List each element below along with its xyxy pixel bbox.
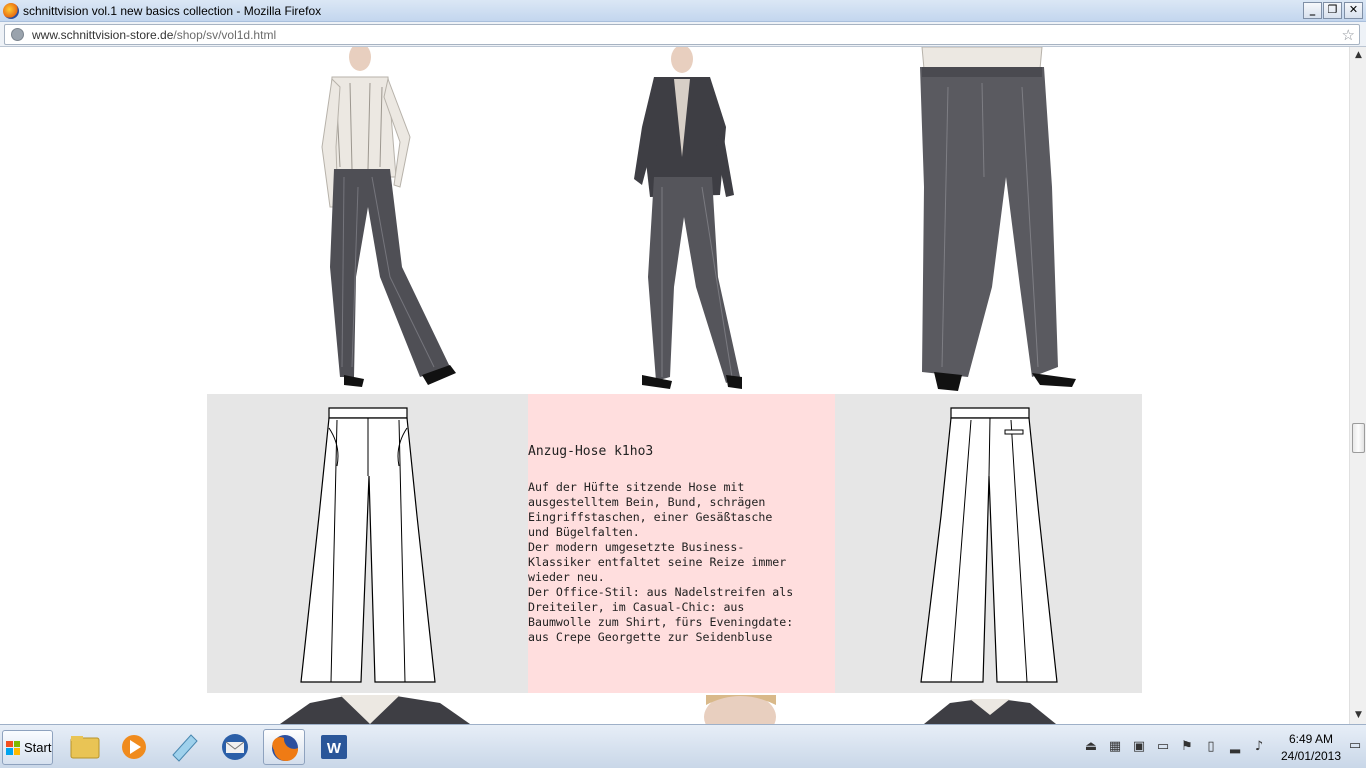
- scroll-up-arrow-icon[interactable]: ▲: [1350, 47, 1366, 64]
- network-signal-icon[interactable]: ▂: [1227, 739, 1243, 755]
- clock-time: 6:49 AM: [1288, 732, 1334, 746]
- address-bar[interactable]: www.schnittvision-store.de/shop/sv/vol1d…: [4, 24, 1360, 45]
- folder-icon: [70, 736, 100, 759]
- power-tray-icon[interactable]: ▯: [1203, 739, 1219, 755]
- firefox-taskbar-button[interactable]: [263, 729, 305, 765]
- model-photo-next-row-3: [924, 699, 1056, 724]
- vertical-scrollbar[interactable]: ▲ ▼: [1349, 47, 1366, 724]
- url-domain: www.schnittvision-store.de: [32, 27, 174, 42]
- media-player-taskbar-button[interactable]: [113, 729, 155, 765]
- word-taskbar-button[interactable]: W: [313, 729, 355, 765]
- product-description: Auf der Hüfte sitzende Hose mit ausgeste…: [528, 480, 794, 644]
- close-button[interactable]: ✕: [1344, 2, 1363, 19]
- model-photo-next-row-1: [280, 695, 470, 724]
- svg-text:W: W: [327, 740, 342, 757]
- display-tray-icon[interactable]: ▭: [1155, 739, 1171, 755]
- monitor-tray-icon[interactable]: ▣: [1131, 739, 1147, 755]
- action-center-flag-icon[interactable]: ⚑: [1179, 739, 1195, 755]
- notes-taskbar-button[interactable]: [163, 729, 205, 765]
- explorer-taskbar-button[interactable]: [64, 729, 106, 765]
- media-player-icon: [122, 735, 146, 759]
- restore-button[interactable]: ❐: [1323, 2, 1342, 19]
- volume-icon[interactable]: ♪: [1251, 739, 1267, 755]
- model-photo-front-shirt: [321, 47, 456, 387]
- windows-logo-icon: [6, 740, 20, 755]
- model-photo-back-view: [920, 47, 1076, 391]
- window-title: schnittvision vol.1 new basics collectio…: [23, 3, 322, 18]
- trouser-sketch-front: [300, 407, 436, 683]
- start-label: Start: [24, 740, 52, 755]
- thunderbird-taskbar-button[interactable]: [214, 729, 256, 765]
- scroll-down-arrow-icon[interactable]: ▼: [1350, 707, 1366, 724]
- start-button[interactable]: Start: [2, 730, 53, 765]
- site-identity-icon[interactable]: [11, 28, 24, 41]
- firefox-icon: [272, 735, 299, 762]
- navigation-bar: www.schnittvision-store.de/shop/sv/vol1d…: [0, 22, 1366, 47]
- model-photo-front-jacket: [634, 47, 742, 389]
- system-clock[interactable]: 6:49 AM 24/01/2013: [1276, 731, 1346, 765]
- front-sketch-panel: [207, 394, 528, 693]
- word-icon: W: [321, 735, 347, 759]
- back-sketch-panel: [835, 394, 1142, 693]
- url-path: /shop/sv/vol1d.html: [173, 27, 277, 42]
- url-text[interactable]: www.schnittvision-store.de/shop/sv/vol1d…: [32, 28, 276, 42]
- description-panel: Anzug-Hose k1ho3 Auf der Hüfte sitzende …: [528, 394, 835, 693]
- minimize-button[interactable]: _: [1303, 2, 1322, 19]
- page-content: Anzug-Hose k1ho3 Auf der Hüfte sitzende …: [0, 47, 1349, 724]
- taskbar: Start W ⏏ ▦ ▣ ▭ ⚑ ▯ ▂ ♪ 6:49 AM 24/01/20…: [0, 724, 1366, 768]
- thunderbird-icon: [222, 734, 248, 760]
- window-title-bar[interactable]: schnittvision vol.1 new basics collectio…: [0, 0, 1366, 22]
- firefox-icon: [3, 2, 19, 19]
- product-title: Anzug-Hose k1ho3: [528, 444, 654, 459]
- bookmark-star-icon[interactable]: ☆: [1342, 26, 1355, 44]
- app-tray-icon[interactable]: ▦: [1107, 739, 1123, 755]
- clock-date: 24/01/2013: [1280, 749, 1342, 763]
- show-desktop-icon[interactable]: ▭: [1347, 738, 1363, 754]
- usb-device-icon[interactable]: ⏏: [1083, 739, 1099, 755]
- trouser-sketch-back: [920, 407, 1058, 683]
- scrollbar-thumb[interactable]: [1352, 423, 1365, 453]
- notes-icon: [172, 734, 198, 762]
- model-photo-next-row-2: [704, 695, 776, 724]
